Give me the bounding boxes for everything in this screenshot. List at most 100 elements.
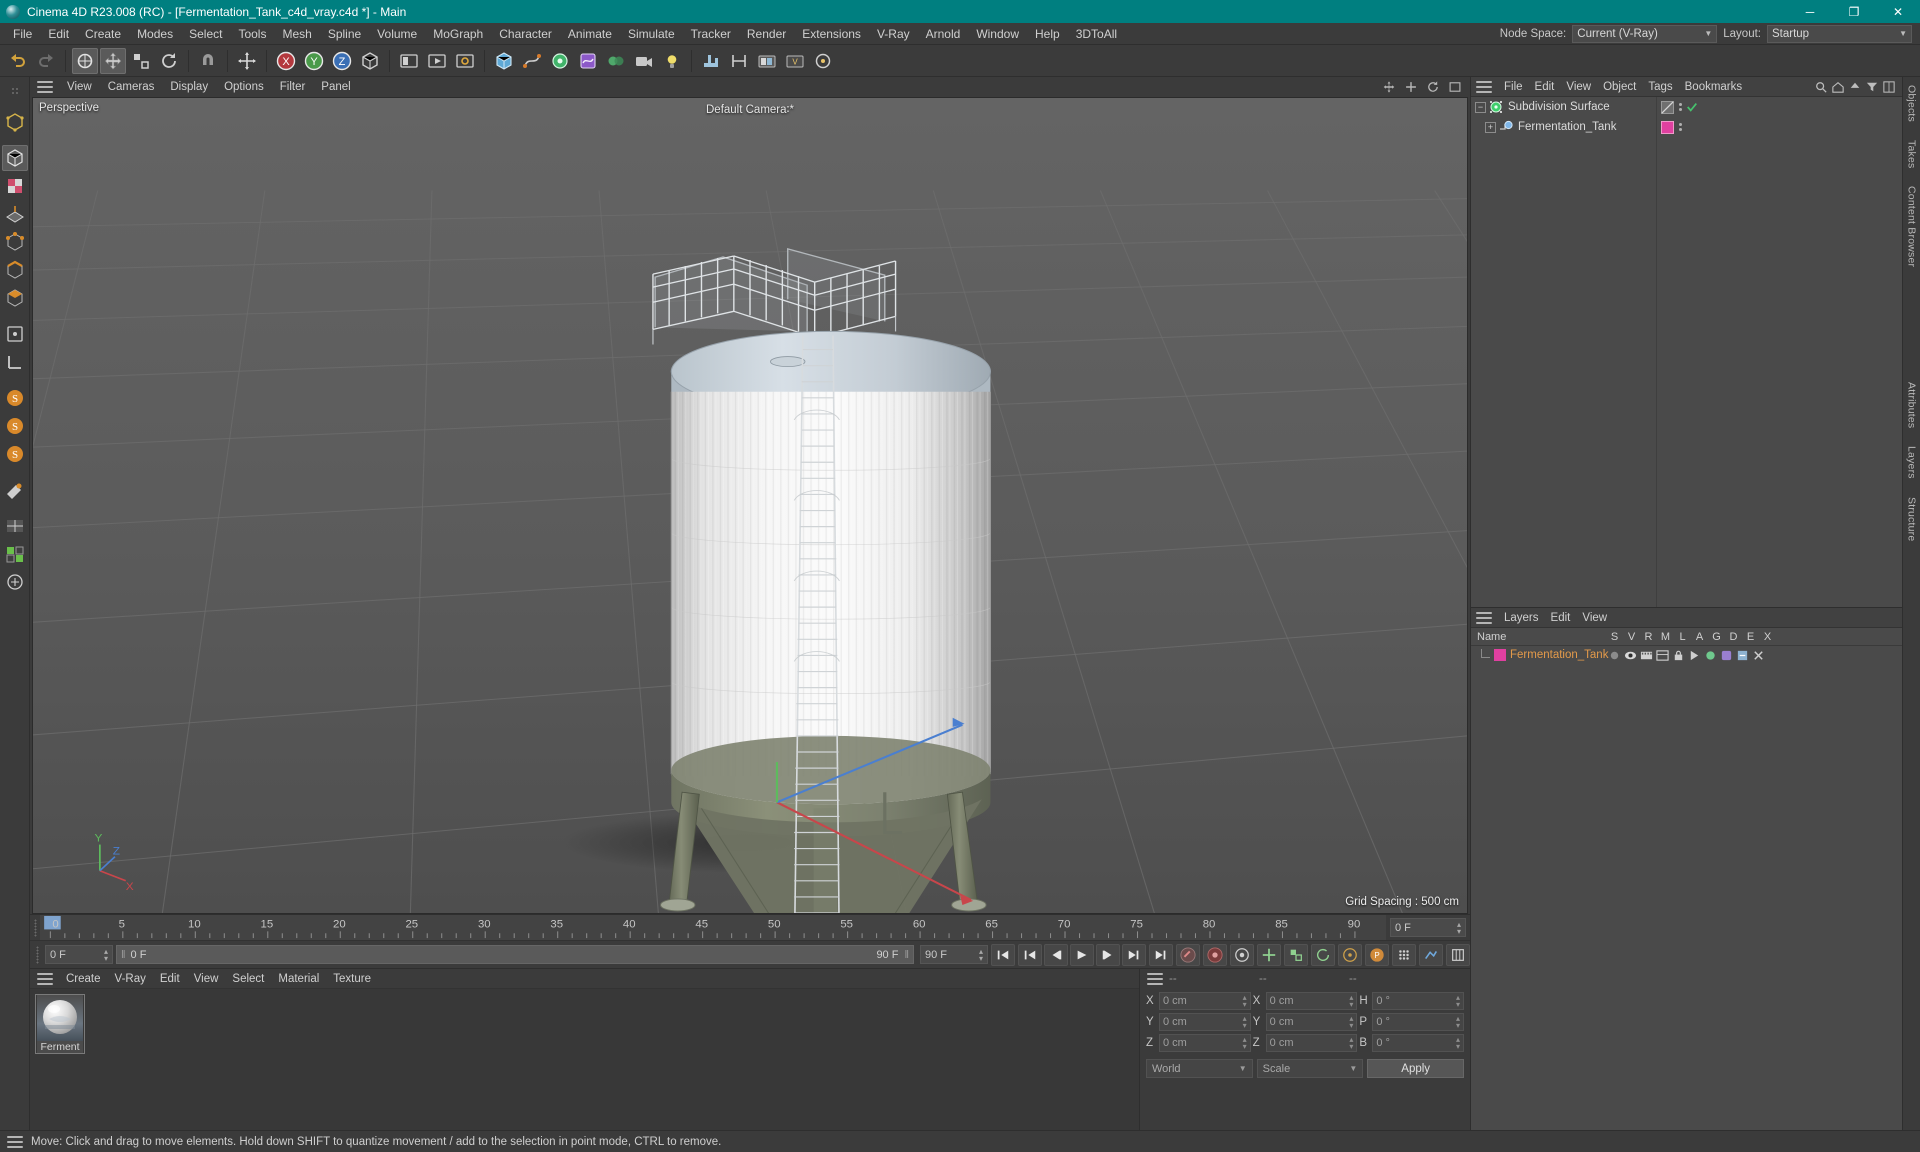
go-to-start-button[interactable] [991,943,1015,966]
deformers-toggle-icon[interactable] [1720,649,1733,662]
tab-layers[interactable]: Layers [1906,444,1918,481]
timeline-settings-button[interactable] [1446,943,1470,966]
menu-animate[interactable]: Animate [560,25,620,43]
lock-x-axis-button[interactable]: X [273,48,299,74]
render-settings-button[interactable] [452,48,478,74]
spinner-icon[interactable]: ▴ ▾ [1349,1015,1353,1030]
generators-toggle-icon[interactable] [1704,649,1717,662]
add-deformer-button[interactable] [575,48,601,74]
autokeying-button[interactable] [1203,943,1227,966]
tab-takes[interactable]: Takes [1906,138,1918,170]
spinner-icon[interactable]: ▴ ▾ [1457,920,1461,935]
layer-list[interactable]: Fermentation_Tank [1471,646,1902,1130]
layer-col-x[interactable]: X [1759,631,1776,643]
render-view-button[interactable] [396,48,422,74]
tab-attributes[interactable]: Attributes [1906,380,1918,430]
object-menu-bookmarks[interactable]: Bookmarks [1679,80,1749,94]
coordinate-system-dropdown[interactable]: World ▼ [1146,1059,1253,1078]
animation-toggle-icon[interactable] [1688,649,1701,662]
viewport-menu-options[interactable]: Options [216,80,272,94]
ruler-frame-field[interactable]: 0 F ▴ ▾ [1390,918,1466,937]
object-menu-tags[interactable]: Tags [1642,80,1678,94]
transport-grip[interactable] [32,945,42,964]
vray-settings-button[interactable] [810,48,836,74]
xref-toggle-icon[interactable] [1752,649,1765,662]
menu-mesh[interactable]: Mesh [274,25,319,43]
material-menu-view[interactable]: View [187,972,226,986]
menu-select[interactable]: Select [181,25,230,43]
status-hamburger-icon[interactable] [7,1135,23,1148]
world-coordinate-button[interactable] [357,48,383,74]
menu-render[interactable]: Render [739,25,794,43]
object-menu-view[interactable]: View [1560,80,1597,94]
maximize-button[interactable]: ❐ [1832,0,1876,23]
search-icon[interactable] [1815,81,1827,93]
spinner-icon[interactable]: ▴ ▾ [979,947,983,962]
timeline-ruler[interactable]: 0 5 10 15 20 25 30 35 40 45 50 55 60 65 70 75 80 85 … [40,915,1386,940]
viewport-hamburger-icon[interactable] [37,81,53,93]
add-spline-button[interactable] [519,48,545,74]
coordinates-hamburger-icon[interactable] [1147,973,1163,985]
record-active-objects-button[interactable] [1176,943,1200,966]
add-generator-button[interactable] [547,48,573,74]
render-toggle-icon[interactable] [1640,649,1653,662]
make-editable-button[interactable] [2,109,28,135]
model-mode-button[interactable] [1,145,28,171]
pan-icon[interactable] [1382,80,1396,94]
add-cube-button[interactable] [491,48,517,74]
spinner-icon[interactable]: ▴ ▾ [1349,994,1353,1009]
rotation-b-field[interactable]: 0 ° ▴ ▾ [1372,1034,1465,1052]
undo-button[interactable] [5,48,31,74]
redo-button[interactable] [33,48,59,74]
menu-window[interactable]: Window [968,25,1027,43]
move-tool-button[interactable] [100,47,126,74]
coordinate-mode-dropdown[interactable]: Scale ▼ [1256,1059,1364,1078]
layer-col-s[interactable]: S [1606,631,1623,643]
filter-icon[interactable] [1866,81,1878,93]
add-environment-button[interactable] [603,48,629,74]
mograph-button[interactable] [698,48,724,74]
go-to-end-button[interactable] [1149,943,1173,966]
perspective-viewport[interactable]: Perspective Default Camera∶* Grid Spacin… [32,97,1468,914]
layer-menu-edit[interactable]: Edit [1545,611,1577,625]
edge-mode-button[interactable] [2,257,28,283]
render-region-button[interactable] [2,513,28,539]
lock-y-axis-button[interactable]: Y [301,48,327,74]
menu-character[interactable]: Character [491,25,560,43]
lock-z-axis-button[interactable]: Z [329,48,355,74]
viewport-menu-filter[interactable]: Filter [272,80,314,94]
layer-col-l[interactable]: L [1674,631,1691,643]
keyframe-position-track-button[interactable] [1257,943,1281,966]
position-y-field[interactable]: 0 cm ▴ ▾ [1159,1013,1251,1031]
snap-button[interactable] [726,48,752,74]
layer-menu-view[interactable]: View [1576,611,1613,625]
spinner-icon[interactable]: ▴ ▾ [1243,994,1247,1009]
position-x-field[interactable]: 0 cm ▴ ▾ [1159,992,1251,1010]
position-z-field[interactable]: 0 cm ▴ ▾ [1159,1034,1251,1052]
rotate-icon[interactable] [1426,80,1440,94]
texture-mode-button[interactable] [2,173,28,199]
polygon-mode-button[interactable] [2,285,28,311]
layer-col-e[interactable]: E [1742,631,1759,643]
maximize-viewport-icon[interactable] [1448,80,1462,94]
timeline-grip[interactable] [30,915,40,940]
layer-col-g[interactable]: G [1708,631,1725,643]
zoom-icon[interactable] [1404,80,1418,94]
object-menu-object[interactable]: Object [1597,80,1642,94]
size-x-field[interactable]: 0 cm ▴ ▾ [1265,992,1358,1010]
tab-structure[interactable]: Structure [1906,495,1918,543]
object-menu-file[interactable]: File [1498,80,1529,94]
viewport-solo-button[interactable] [2,541,28,567]
expressions-toggle-icon[interactable] [1736,649,1749,662]
apply-button[interactable]: Apply [1367,1059,1465,1078]
spinner-icon[interactable]: ▴ ▾ [1456,994,1460,1009]
keyframe-pla-button[interactable]: P [1365,943,1389,966]
spinner-icon[interactable]: ▴ ▾ [104,947,108,962]
step-back-button[interactable] [1044,943,1068,966]
layout-dropdown[interactable]: Startup ▼ [1767,24,1912,43]
keyframe-scale-button[interactable] [1284,943,1308,966]
frame-scrubber[interactable]: ‖ 0 F 90 F ‖ [116,945,914,964]
menu-vray[interactable]: V-Ray [869,25,918,43]
material-hamburger-icon[interactable] [37,972,53,985]
menu-help[interactable]: Help [1027,25,1068,43]
